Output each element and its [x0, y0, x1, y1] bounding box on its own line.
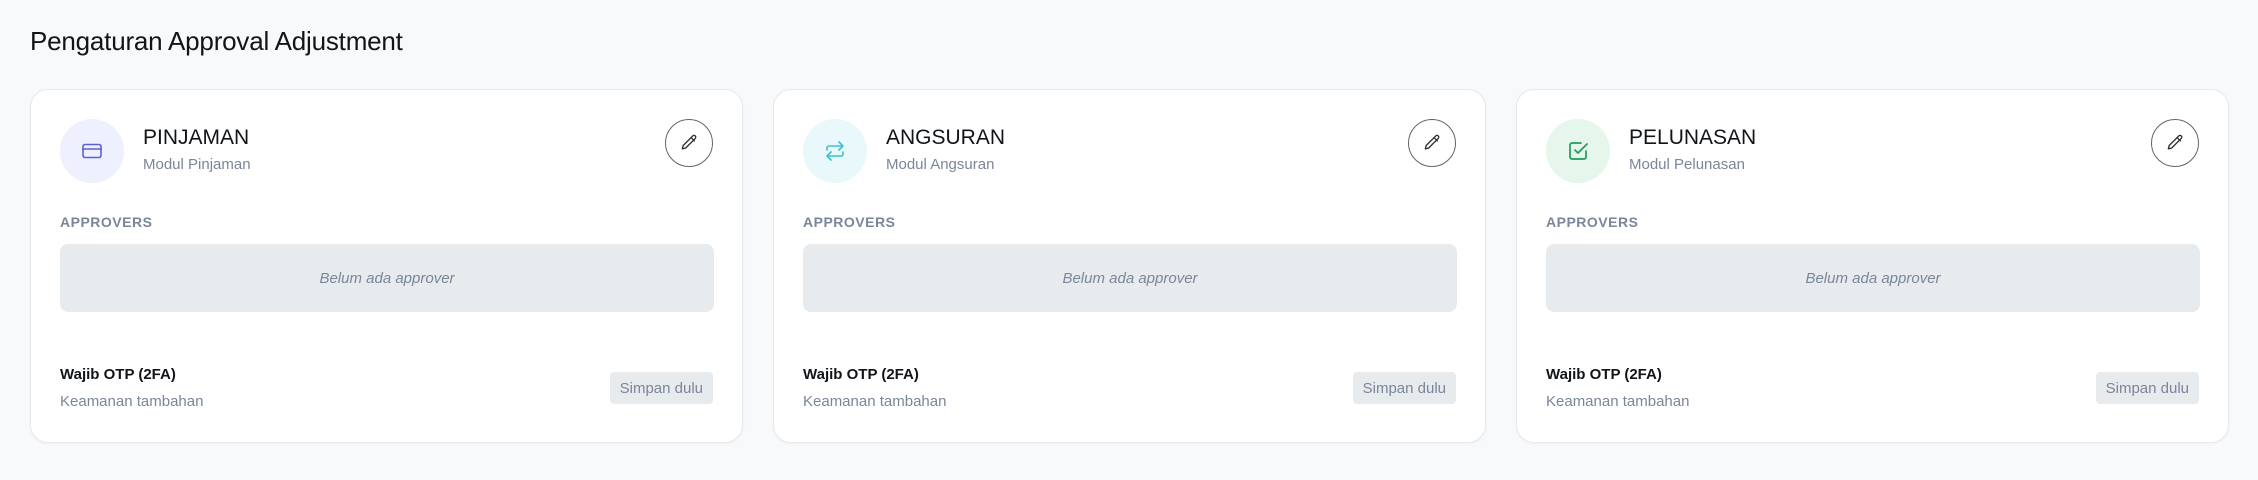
save-first-button[interactable]: Simpan dulu: [609, 372, 713, 404]
module-name: PELUNASAN: [1629, 126, 1757, 149]
approvers-label: APPROVERS: [803, 214, 896, 230]
edit-button[interactable]: [1408, 119, 1456, 167]
pencil-icon: [1424, 134, 1440, 150]
otp-subtitle: Keamanan tambahan: [60, 393, 204, 410]
save-first-button[interactable]: Simpan dulu: [2095, 372, 2199, 404]
module-card-angsuran: ANGSURAN Modul Angsuran APPROVERS Belum …: [773, 89, 1486, 443]
approvers-empty-state: Belum ada approver: [803, 244, 1457, 312]
approvers-empty-state: Belum ada approver: [60, 244, 714, 312]
module-icon-wrapper: [60, 119, 124, 183]
otp-title: Wajib OTP (2FA): [1546, 366, 1662, 383]
approval-settings-page: Pengaturan Approval Adjustment PINJAMAN …: [0, 0, 2258, 480]
pencil-icon: [681, 134, 697, 150]
save-first-button[interactable]: Simpan dulu: [1352, 372, 1456, 404]
module-subtitle: Modul Angsuran: [886, 156, 995, 173]
module-subtitle: Modul Pinjaman: [143, 156, 251, 173]
repeat-icon: [826, 141, 844, 161]
approvers-empty-state: Belum ada approver: [1546, 244, 2200, 312]
otp-subtitle: Keamanan tambahan: [1546, 393, 1690, 410]
page-title: Pengaturan Approval Adjustment: [30, 26, 403, 56]
module-subtitle: Modul Pelunasan: [1629, 156, 1745, 173]
otp-title: Wajib OTP (2FA): [803, 366, 919, 383]
credit-card-icon: [82, 143, 102, 159]
approvers-label: APPROVERS: [60, 214, 153, 230]
module-name: PINJAMAN: [143, 126, 250, 149]
checkbox-icon: [1569, 142, 1588, 160]
module-card-pinjaman: PINJAMAN Modul Pinjaman APPROVERS Belum …: [30, 89, 743, 443]
module-name: ANGSURAN: [886, 126, 1006, 149]
approvers-label: APPROVERS: [1546, 214, 1639, 230]
module-icon-wrapper: [1546, 119, 1610, 183]
edit-button[interactable]: [2151, 119, 2199, 167]
module-cards: PINJAMAN Modul Pinjaman APPROVERS Belum …: [30, 89, 2229, 443]
edit-button[interactable]: [665, 119, 713, 167]
module-icon-wrapper: [803, 119, 867, 183]
otp-subtitle: Keamanan tambahan: [803, 393, 947, 410]
otp-title: Wajib OTP (2FA): [60, 366, 176, 383]
module-card-pelunasan: PELUNASAN Modul Pelunasan APPROVERS Belu…: [1516, 89, 2229, 443]
pencil-icon: [2167, 134, 2183, 150]
